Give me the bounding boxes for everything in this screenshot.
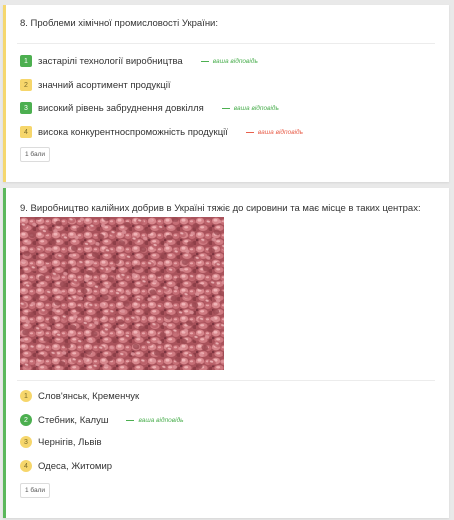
dash-icon [200,60,209,62]
answer-option-3[interactable]: 3 Чернігів, Львів [20,435,102,449]
option-number-badge: 1 [20,390,32,402]
option-text: Стебник, Калуш [38,414,109,426]
your-answer-note: ваша відповідь [245,129,303,136]
option-text: Одеса, Житомир [38,460,113,472]
option-number-badge: 4 [20,126,32,138]
option-number-badge: 4 [20,460,32,472]
divider [17,43,435,44]
answer-option-1[interactable]: 1 застарілі технології виробництва ваша … [20,54,258,68]
dash-icon [245,131,254,133]
answer-option-1[interactable]: 1 Слов'янськ, Кременчук [20,389,139,403]
dash-icon [221,107,230,109]
your-answer-note: ваша відповідь [200,58,258,65]
answer-option-4[interactable]: 4 Одеса, Житомир [20,459,112,473]
answer-option-4[interactable]: 4 висока конкурентноспроможність продукц… [20,125,303,139]
question-status-bar [3,188,6,518]
points-badge: 1 бали [20,147,51,162]
option-number-badge: 3 [20,436,32,448]
option-number-badge: 2 [20,414,32,426]
option-text: висока конкурентноспроможність продукції [38,126,228,138]
option-text: Слов'янськ, Кременчук [38,390,140,402]
divider [17,380,435,381]
option-number-badge: 1 [20,55,32,67]
question-title: 8. Проблеми хімічної промисловості Украї… [20,18,219,29]
question-card-9: 9. Виробництво калійних добрив в Україні… [3,188,449,518]
answer-option-2[interactable]: 2 Стебник, Калуш ваша відповідь [20,413,184,427]
option-number-badge: 3 [20,102,32,114]
your-answer-note: ваша відповідь [221,105,279,112]
option-text: застарілі технології виробництва [38,55,183,67]
question-title: 9. Виробництво калійних добрив в Україні… [20,203,421,214]
option-text: Чернігів, Львів [38,436,102,448]
answer-option-3[interactable]: 3 високий рівень забруднення довкілля ва… [20,101,279,115]
question-card-8: 8. Проблеми хімічної промисловості Украї… [3,5,449,182]
option-text: високий рівень забруднення довкілля [38,102,204,114]
granules-texture [20,217,224,370]
dash-icon [126,419,135,421]
points-badge: 1 бали [20,483,51,498]
option-text: значний асортимент продукції [38,79,171,91]
question-status-bar [3,5,6,182]
potash-granules-photo [20,217,224,370]
answer-option-2[interactable]: 2 значний асортимент продукції [20,78,170,92]
your-answer-note: ваша відповідь [126,417,184,424]
option-number-badge: 2 [20,79,32,91]
